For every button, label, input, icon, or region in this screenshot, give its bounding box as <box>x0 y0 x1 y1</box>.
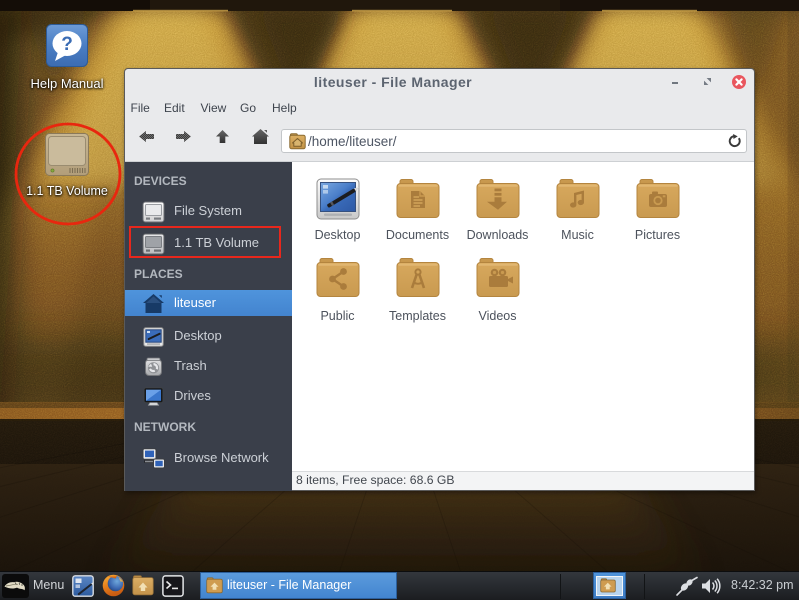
svg-text:?: ? <box>61 34 73 55</box>
